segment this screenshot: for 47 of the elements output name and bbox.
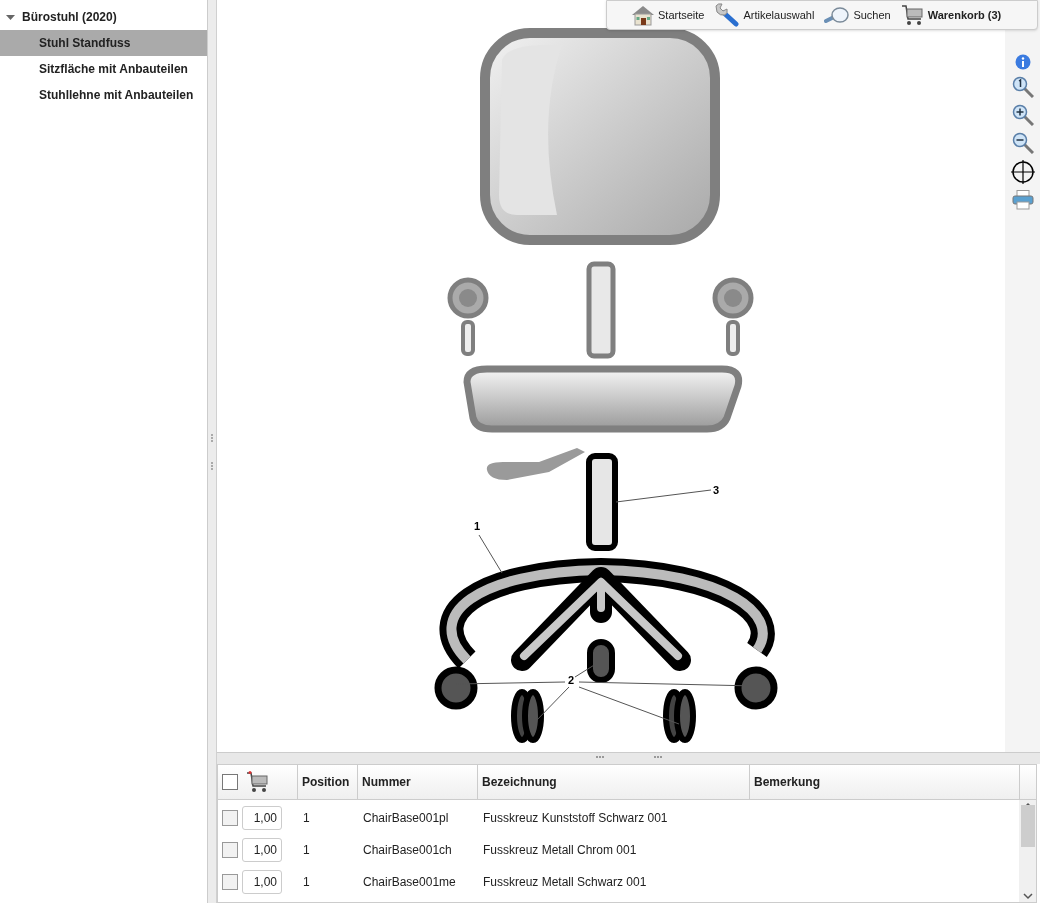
table-cell: Fusskreuz Metall Schwarz 001 bbox=[483, 875, 647, 889]
toolbar-button[interactable]: Artikelauswahl bbox=[714, 3, 815, 27]
callout-number: 2 bbox=[568, 674, 575, 686]
print-icon[interactable] bbox=[1011, 190, 1034, 210]
table-cell: 1 bbox=[303, 875, 310, 889]
zoom-in-icon[interactable] bbox=[1011, 104, 1034, 126]
toolbar-button[interactable]: Startseite bbox=[631, 4, 705, 26]
quantity-field[interactable]: 1,00 bbox=[242, 870, 282, 894]
column-header[interactable]: Position bbox=[298, 765, 358, 799]
table-cell: ChairBase001pl bbox=[363, 811, 449, 825]
info-icon[interactable] bbox=[1014, 54, 1031, 70]
scroll-down-icon[interactable] bbox=[1022, 892, 1033, 900]
shopping-cart-icon bbox=[246, 771, 270, 793]
wrench-icon bbox=[714, 3, 741, 27]
quantity-field[interactable]: 1,00 bbox=[242, 806, 282, 830]
table-cell: Fusskreuz Kunststoff Schwarz 001 bbox=[483, 811, 668, 825]
select-all-checkbox[interactable] bbox=[222, 774, 238, 790]
tree-item[interactable]: Bürostuhl (2020) bbox=[0, 4, 207, 30]
tree-item[interactable]: Sitzfläche mit Anbauteilen bbox=[0, 56, 207, 82]
scrollbar-thumb[interactable] bbox=[1020, 805, 1035, 847]
table-cell: Fusskreuz Metall Chrom 001 bbox=[483, 843, 637, 857]
row-checkbox[interactable] bbox=[222, 810, 238, 826]
tree-item[interactable]: Stuhllehne mit Anbauteilen bbox=[0, 82, 207, 108]
zoom-actual-size-icon[interactable] bbox=[1011, 76, 1034, 98]
column-header[interactable]: Nummer bbox=[358, 765, 478, 799]
toolbar-button[interactable]: Suchen bbox=[824, 5, 891, 25]
toolbar-button[interactable]: Warenkorb (3) bbox=[900, 4, 1002, 26]
tree-item[interactable]: Stuhl Standfuss bbox=[0, 30, 207, 56]
shopping-cart-icon bbox=[900, 4, 925, 26]
table-cell: ChairBase001me bbox=[363, 875, 456, 889]
row-checkbox[interactable] bbox=[222, 842, 238, 858]
table-cell: 1 bbox=[303, 843, 310, 857]
column-header[interactable]: Bezeichnung bbox=[478, 765, 750, 799]
leader-line bbox=[478, 534, 503, 574]
magnifier-icon bbox=[824, 5, 851, 25]
table-cell: ChairBase001ch bbox=[363, 843, 452, 857]
callout-number: 3 bbox=[713, 484, 720, 496]
scrollbar[interactable] bbox=[1019, 800, 1036, 902]
table-cell: 1 bbox=[303, 811, 310, 825]
callout-number: 1 bbox=[474, 520, 481, 532]
zoom-out-icon[interactable] bbox=[1011, 132, 1034, 154]
quantity-field[interactable]: 1,00 bbox=[242, 838, 282, 862]
column-header[interactable]: Bemerkung bbox=[750, 765, 1020, 799]
home-icon bbox=[631, 4, 655, 26]
crosshair-icon[interactable] bbox=[1010, 160, 1035, 184]
row-checkbox[interactable] bbox=[222, 874, 238, 890]
expanded-caret-icon[interactable] bbox=[6, 12, 15, 22]
